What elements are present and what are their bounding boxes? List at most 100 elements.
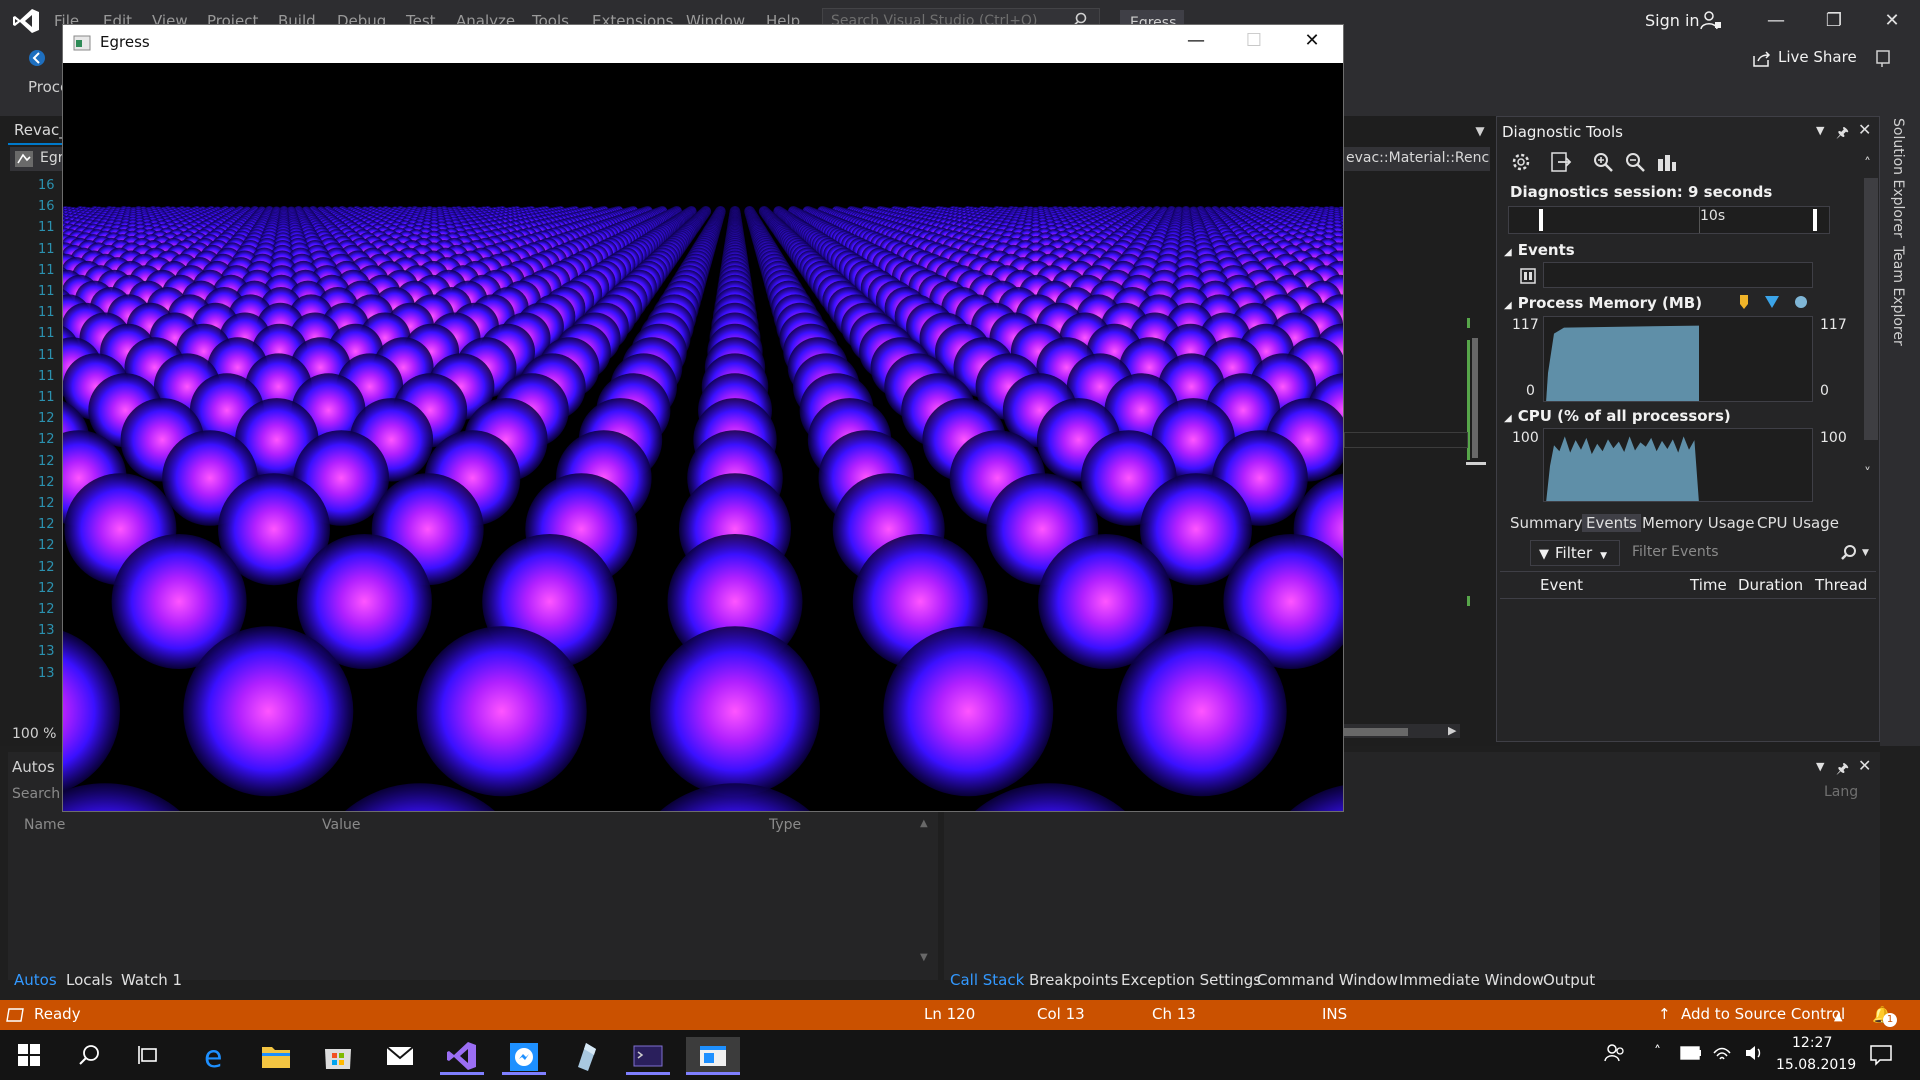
wifi-icon[interactable] [1712, 1044, 1732, 1062]
panel-options-chevron-icon[interactable]: ▼ [1816, 760, 1824, 773]
taskbar-clock-date[interactable]: 15.08.2019 [1776, 1057, 1856, 1073]
collapse-triangle-icon[interactable]: ◢ [1504, 413, 1512, 424]
reset-zoom-icon[interactable] [1656, 151, 1678, 173]
zoom-in-icon[interactable] [1592, 151, 1614, 173]
diag-tab-memory-usage[interactable]: Memory Usage [1642, 514, 1755, 532]
events-section-header[interactable]: ◢ Events [1504, 241, 1575, 259]
panel-options-chevron-icon[interactable]: ▼ [1816, 124, 1824, 137]
volume-icon[interactable] [1744, 1044, 1764, 1062]
diag-scroll-up-icon[interactable]: ˄ [1864, 156, 1871, 172]
vs-restore-button[interactable]: ❐ [1820, 10, 1848, 34]
autos-scroll-up-icon[interactable]: ▲ [920, 818, 928, 829]
autos-column-type[interactable]: Type [769, 817, 801, 833]
timeline-start-handle[interactable] [1539, 209, 1543, 231]
tab-breakpoints[interactable]: Breakpoints [1029, 971, 1118, 989]
autos-column-name[interactable]: Name [24, 817, 65, 833]
diag-tab-cpu-usage[interactable]: CPU Usage [1757, 514, 1839, 532]
export-session-icon[interactable] [1550, 151, 1572, 173]
egress-title-bar[interactable] [63, 25, 1343, 63]
autos-search-input[interactable]: Search [12, 786, 60, 802]
tab-locals[interactable]: Locals [66, 971, 113, 989]
back-navigation-icon[interactable] [28, 49, 46, 67]
live-share-icon[interactable] [1752, 50, 1772, 68]
messenger-icon[interactable] [502, 1037, 546, 1075]
add-to-source-control[interactable]: Add to Source Control [1681, 1005, 1845, 1023]
document-overflow-chevron-icon[interactable]: ▼ [1470, 116, 1490, 144]
egress-close-button[interactable]: ✕ [1292, 30, 1332, 56]
tray-overflow-chevron-icon[interactable]: ˄ [1654, 1044, 1661, 1060]
windows-start-icon[interactable] [18, 1044, 40, 1066]
tab-watch-1[interactable]: Watch 1 [121, 971, 182, 989]
feedback-icon[interactable] [1874, 48, 1894, 68]
search-options-chevron-icon[interactable]: ▼ [1862, 548, 1869, 558]
diag-tab-events[interactable]: Events [1582, 514, 1641, 532]
tab-immediate-window[interactable]: Immediate Window [1399, 971, 1544, 989]
timeline-ruler[interactable] [1508, 206, 1830, 234]
pause-events-icon[interactable] [1520, 268, 1536, 284]
microsoft-store-icon[interactable] [316, 1037, 360, 1075]
cpu-section-header[interactable]: ◢ CPU (% of all processors) [1504, 407, 1731, 425]
filter-events-input[interactable]: Filter Events [1632, 544, 1719, 560]
horizontal-scrollbar-thumb[interactable] [1344, 728, 1408, 736]
timeline-end-handle[interactable] [1813, 209, 1817, 231]
battery-icon[interactable] [1680, 1046, 1702, 1060]
process-memory-graph[interactable] [1543, 316, 1813, 402]
tab-autos[interactable]: Autos [14, 971, 57, 989]
solution-explorer-tab[interactable]: Solution Explorer [1890, 118, 1906, 238]
close-icon[interactable]: ✕ [1858, 120, 1871, 139]
people-icon[interactable] [1604, 1042, 1626, 1064]
search-events-icon[interactable] [1840, 544, 1858, 562]
events-column-time[interactable]: Time [1690, 576, 1727, 594]
close-icon[interactable]: ✕ [1858, 756, 1871, 775]
pin-icon[interactable]: 🖈 [1836, 122, 1849, 146]
filter-button[interactable]: ▼ Filter ▼ [1530, 540, 1620, 566]
cpu-graph[interactable] [1543, 428, 1813, 502]
zoom-out-icon[interactable] [1624, 151, 1646, 173]
status-column[interactable]: Col 13 [1037, 1005, 1085, 1023]
events-timeline[interactable] [1543, 262, 1813, 288]
egress-render-viewport[interactable] [0, 63, 1480, 1013]
egress-app-taskbar-icon[interactable] [686, 1037, 740, 1075]
pin-icon[interactable]: 🖈 [1836, 758, 1849, 782]
taskbar-clock-time[interactable]: 12:27 [1792, 1035, 1832, 1051]
events-column-thread[interactable]: Thread [1815, 576, 1867, 594]
source-control-chevron-icon[interactable]: ▲ [1834, 1010, 1842, 1023]
task-view-icon[interactable] [138, 1044, 160, 1066]
edge-browser-icon[interactable]: e [192, 1037, 236, 1075]
settings-gear-icon[interactable] [1510, 151, 1532, 173]
events-column-duration[interactable]: Duration [1738, 576, 1803, 594]
tab-command-window[interactable]: Command Window [1257, 971, 1398, 989]
vs-minimize-button[interactable]: — [1762, 10, 1790, 34]
status-char[interactable]: Ch 13 [1152, 1005, 1196, 1023]
zoom-level[interactable]: 100 % [12, 726, 56, 742]
diag-scroll-down-icon[interactable]: ˅ [1864, 466, 1871, 482]
editor-scrollbar-thumb[interactable] [1472, 338, 1478, 458]
collapse-triangle-icon[interactable]: ◢ [1504, 247, 1512, 258]
egress-minimize-button[interactable]: — [1176, 30, 1216, 56]
sign-in-link[interactable]: Sign in [1645, 11, 1700, 30]
autos-scroll-down-icon[interactable]: ▼ [920, 952, 928, 963]
diag-scrollbar-track[interactable] [1864, 178, 1878, 440]
collapse-triangle-icon[interactable]: ◢ [1504, 300, 1512, 311]
mail-icon[interactable] [378, 1037, 422, 1075]
output-status-icon[interactable] [6, 1007, 24, 1023]
vs-close-button[interactable]: ✕ [1878, 10, 1906, 34]
status-insert-mode[interactable]: INS [1322, 1005, 1347, 1023]
pinned-app-icon[interactable] [564, 1037, 608, 1075]
tab-call-stack[interactable]: Call Stack [950, 971, 1024, 989]
team-explorer-tab[interactable]: Team Explorer [1890, 246, 1906, 346]
status-line[interactable]: Ln 120 [924, 1005, 975, 1023]
live-share-button[interactable]: Live Share [1778, 48, 1857, 66]
user-account-icon[interactable] [1700, 10, 1722, 30]
source-control-arrow-icon[interactable]: ↑ [1658, 1005, 1671, 1023]
autos-column-value[interactable]: Value [322, 817, 360, 833]
events-column-event[interactable]: Event [1540, 576, 1583, 594]
visual-studio-taskbar-icon[interactable] [440, 1037, 484, 1075]
taskbar-search-icon[interactable] [78, 1044, 100, 1066]
process-memory-section-header[interactable]: ◢ Process Memory (MB) [1504, 294, 1702, 312]
document-tab[interactable]: Revac_ [14, 121, 67, 139]
language-column-header[interactable]: Lang [1824, 784, 1858, 800]
file-explorer-icon[interactable] [254, 1037, 298, 1075]
tab-output[interactable]: Output [1543, 971, 1595, 989]
member-navigation-dropdown[interactable]: evac::Material::Renc [1340, 147, 1490, 171]
